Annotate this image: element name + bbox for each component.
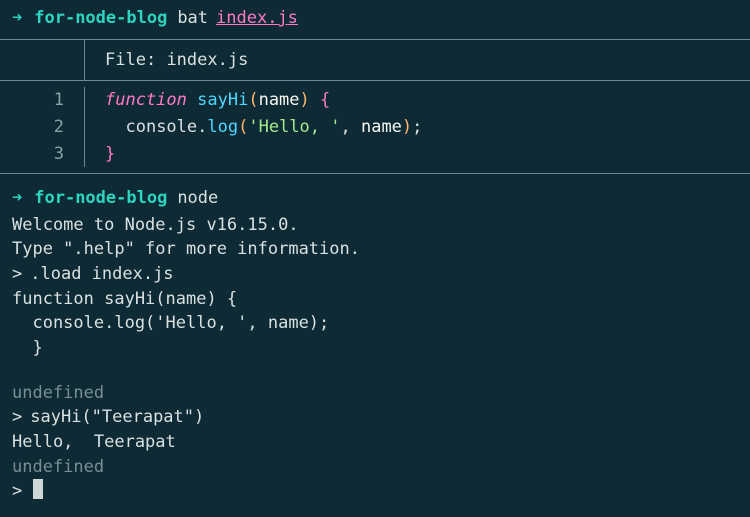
param: name [259, 90, 300, 110]
paren-close: ) [300, 90, 310, 110]
brace-open: { [320, 90, 330, 110]
line-number: 2 [0, 114, 85, 141]
shell-prompt-bat[interactable]: ➜ for-node-blog bat index.js [0, 4, 750, 33]
bat-header: File: index.js [0, 40, 750, 82]
file-name-text: index.js [166, 50, 248, 70]
repl-call-command: sayHi("Teerapat") [30, 405, 204, 430]
cwd-label: for-node-blog [34, 6, 167, 31]
code-content: function sayHi(name) { [85, 87, 330, 114]
indent [105, 117, 125, 137]
echo-line-1: function sayHi(name) { [0, 287, 750, 312]
bat-output: File: index.js 1 function sayHi(name) { … [0, 39, 750, 175]
echo-line-3: } [0, 336, 750, 361]
comma: , [340, 117, 360, 137]
code-content: console.log('Hello, ', name); [85, 114, 422, 141]
bat-file-label: File: index.js [85, 40, 268, 81]
method: log [207, 117, 238, 137]
code-line-3: 3 } [0, 141, 750, 168]
paren-close: ) [402, 117, 412, 137]
bat-code-body: 1 function sayHi(name) { 2 console.log('… [0, 81, 750, 173]
identifier: name [361, 117, 402, 137]
brace-close: } [105, 144, 115, 164]
console-output: Hello, Teerapat [0, 430, 750, 455]
cwd-label: for-node-blog [34, 186, 167, 211]
undefined-result-2: undefined [0, 455, 750, 480]
node-welcome: Welcome to Node.js v16.15.0. [0, 213, 750, 238]
semicolon: ; [412, 117, 422, 137]
shell-prompt-node[interactable]: ➜ for-node-blog node [0, 184, 750, 213]
command-node: node [177, 186, 218, 211]
keyword: function [105, 90, 187, 110]
echo-line-2: console.log('Hello, ', name); [0, 311, 750, 336]
paren-open: ( [248, 90, 258, 110]
repl-load-line[interactable]: > .load index.js [0, 262, 750, 287]
file-label-text: File: [105, 50, 156, 70]
file-arg: index.js [216, 6, 298, 31]
undefined-result-1: undefined [0, 381, 750, 406]
repl-caret-icon: > [12, 405, 22, 430]
line-number: 3 [0, 141, 85, 168]
cursor-icon [33, 479, 43, 499]
blank-line [0, 361, 750, 381]
object: console [125, 117, 197, 137]
gutter-spacer [0, 40, 85, 81]
prompt-arrow-icon: ➜ [12, 186, 22, 211]
code-line-1: 1 function sayHi(name) { [0, 87, 750, 114]
repl-active-prompt[interactable]: > [0, 479, 750, 504]
repl-caret-icon: > [12, 262, 22, 287]
node-help-hint: Type ".help" for more information. [0, 237, 750, 262]
paren-open: ( [238, 117, 248, 137]
repl-caret-icon: > [12, 479, 22, 504]
code-line-2: 2 console.log('Hello, ', name); [0, 114, 750, 141]
code-content: } [85, 141, 115, 168]
function-name: sayHi [197, 90, 248, 110]
prompt-arrow-icon: ➜ [12, 6, 22, 31]
string-literal: 'Hello, ' [248, 117, 340, 137]
repl-call-line[interactable]: > sayHi("Teerapat") [0, 405, 750, 430]
line-number: 1 [0, 87, 85, 114]
repl-load-command: .load index.js [30, 262, 173, 287]
command-bat: bat [177, 6, 208, 31]
dot: . [197, 117, 207, 137]
